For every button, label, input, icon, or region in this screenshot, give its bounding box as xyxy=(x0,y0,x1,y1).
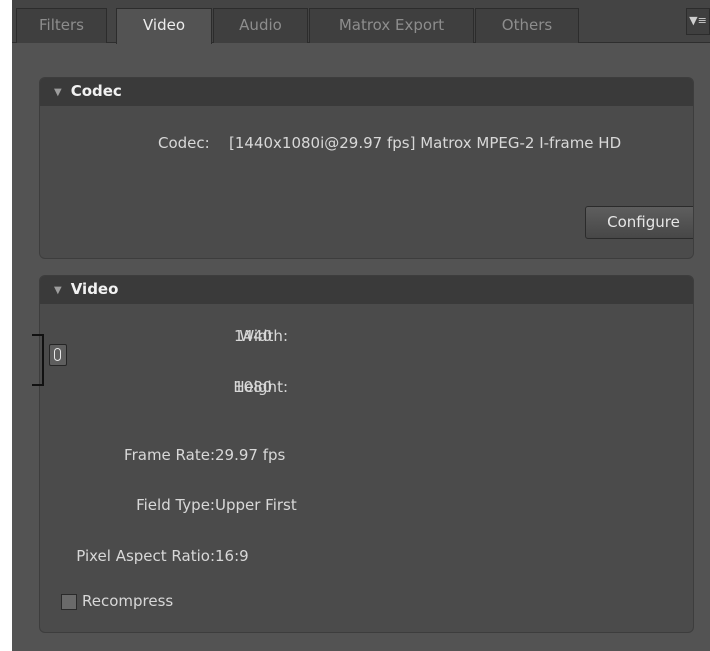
export-settings-panel: Filters Video Audio Matrox Export Others… xyxy=(12,0,710,651)
frame-rate-value[interactable]: 29.97 fps xyxy=(215,446,285,464)
tab-matrox-export[interactable]: Matrox Export xyxy=(309,8,474,43)
collapse-triangle-icon[interactable]: ▼ xyxy=(54,277,62,304)
tab-video[interactable]: Video xyxy=(116,8,212,44)
configure-button[interactable]: Configure xyxy=(585,206,693,239)
codec-value: [1440x1080i@29.97 fps] Matrox MPEG-2 I-f… xyxy=(229,134,622,152)
video-section-title: Video xyxy=(70,280,119,298)
codec-section-header[interactable]: ▼ Codec xyxy=(40,78,693,106)
tab-others[interactable]: Others xyxy=(475,8,579,43)
constrain-proportions-link-icon[interactable] xyxy=(49,344,67,366)
height-value[interactable]: 1080 xyxy=(234,378,272,396)
panel-menu-icon[interactable]: ▼≡ xyxy=(686,8,710,35)
codec-section-title: Codec xyxy=(70,82,122,100)
recompress-checkbox[interactable] xyxy=(61,594,77,610)
constrain-bracket xyxy=(32,334,44,386)
field-type-value[interactable]: Upper First xyxy=(215,496,297,514)
pixel-aspect-ratio-label: Pixel Aspect Ratio: xyxy=(76,547,215,565)
frame-rate-label: Frame Rate: xyxy=(124,446,215,464)
codec-section: ▼ Codec Codec: [1440x1080i@29.97 fps] Mat… xyxy=(39,77,694,259)
collapse-triangle-icon[interactable]: ▼ xyxy=(54,79,62,106)
video-section-header[interactable]: ▼ Video xyxy=(40,276,693,304)
recompress-label[interactable]: Recompress xyxy=(82,592,173,610)
field-type-label: Field Type: xyxy=(136,496,215,514)
tab-filters[interactable]: Filters xyxy=(16,8,107,43)
width-value[interactable]: 1440 xyxy=(234,327,272,345)
tab-audio[interactable]: Audio xyxy=(213,8,308,43)
codec-label: Codec: xyxy=(158,134,210,152)
pixel-aspect-ratio-value[interactable]: 16:9 xyxy=(215,547,249,565)
tab-bar: Filters Video Audio Matrox Export Others… xyxy=(12,0,710,44)
